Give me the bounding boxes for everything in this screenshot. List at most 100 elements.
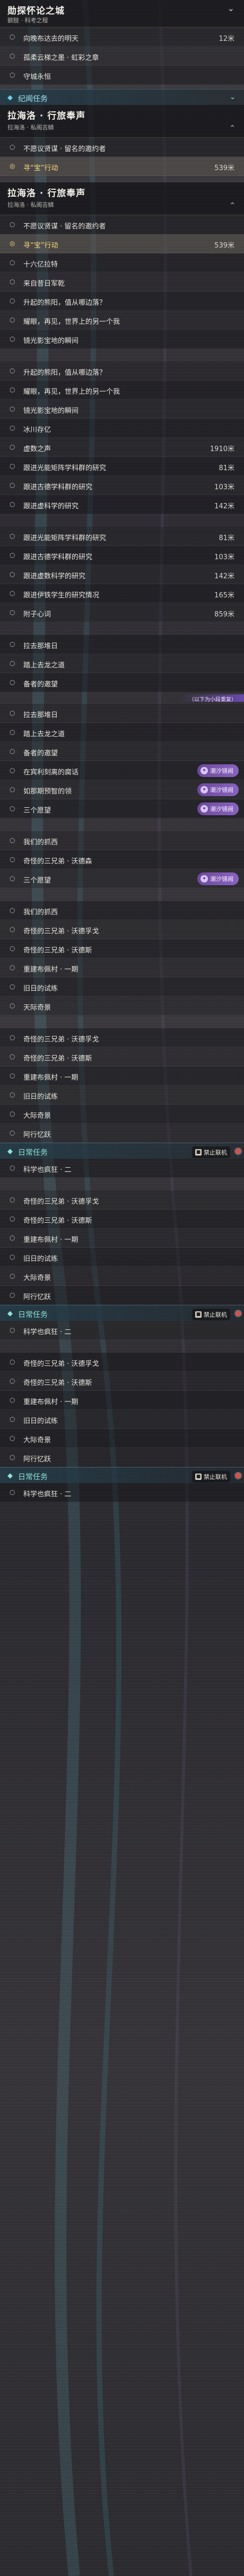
quest-row[interactable]: ○ 在宾利刻离的腐话 ✦ 潮汐镜阙 [0, 761, 244, 780]
quest-row-selected[interactable]: ◎ 寻“宝”行动 539米 [0, 234, 244, 253]
quest-row[interactable]: ○ 科学也疯狂 · 二 [0, 1483, 244, 1502]
region-header-1[interactable]: 勋探怀论之城 额肢 · 科考之程 ⌄ [0, 0, 244, 28]
quest-row[interactable]: ○ 耀眼，再见，世界上的另一个我 [0, 381, 244, 400]
quest-row[interactable]: ○ 升起的熊阳，值从哪边落？ [0, 361, 244, 381]
lock-icon: ■ [195, 1474, 202, 1480]
quest-row[interactable]: ○ 备者的邀望 [0, 673, 244, 692]
quest-distance: 859米 [214, 611, 234, 619]
tide-mirror-badge[interactable]: ✦ 潮汐镜阙 [197, 872, 239, 885]
tide-mirror-badge[interactable]: ✦ 潮汐镜阙 [197, 783, 239, 796]
quest-row[interactable]: ○ 阿行忆跃 [0, 1448, 244, 1467]
quest-label: 拉去那堆日 [23, 711, 58, 719]
quest-row[interactable]: ○ 跟进虚科学的研究 142米 [0, 495, 244, 514]
quest-row[interactable]: ○ 奇怪的三兄弟 · 沃德孚戈 [0, 1028, 244, 1047]
circle-icon: ○ [10, 805, 15, 812]
quest-row[interactable]: ○ 奇怪的三兄弟 · 沃德孚戈 [0, 920, 244, 939]
quest-label: 跟进光能矩阵学科群的研究 [23, 464, 107, 472]
section-header-daily[interactable]: ◆ 日常任务 ■ 禁止联机 [0, 1143, 244, 1159]
chevron-up-icon[interactable]: ⌃ [229, 201, 236, 210]
quest-row[interactable]: ○ 升起的熊阳，值从哪边落？ [0, 292, 244, 311]
quest-distance: 103米 [214, 553, 234, 561]
chevron-down-icon[interactable]: ⌄ [230, 93, 236, 101]
quest-row[interactable]: ○ 天际奇景 [0, 996, 244, 1016]
section-header-daily[interactable]: ◆ 日常任务 ■ 禁止联机 [0, 1467, 244, 1483]
quest-row[interactable]: ○ 附子心词 859米 [0, 603, 244, 622]
quest-row[interactable]: ○ 跟进虚数科学的研究 142米 [0, 565, 244, 584]
circle-icon: ○ [10, 551, 15, 559]
quest-row[interactable]: ○ 大际奇景 [0, 1105, 244, 1124]
quest-row[interactable]: ○ 踏上去龙之道 [0, 723, 244, 742]
quest-row[interactable]: ○ 奇怪的三兄弟 · 沃德斯 [0, 1047, 244, 1066]
quest-row[interactable]: ○ 耀眼，再见，世界上的另一个我 [0, 311, 244, 330]
quest-label: 重建布佩村 · 一期 [23, 1236, 79, 1244]
quest-row[interactable]: ○ 大际奇景 [0, 1267, 244, 1286]
quest-row[interactable]: ○ 不愿议贤谋 · 留名的邀约者 [0, 138, 244, 157]
quest-row[interactable]: ○ 旧日的试练 [0, 1086, 244, 1105]
quest-row[interactable]: ○ 守城永恒 [0, 66, 244, 85]
tide-mirror-badge[interactable]: ✦ 潮汐镜阙 [197, 802, 239, 815]
quest-row[interactable]: ○ 备者的邀望 [0, 742, 244, 761]
quest-row[interactable]: ○ 来自昔日军乾 [0, 272, 244, 292]
quest-row[interactable]: ○ 拉去那堆日 [0, 635, 244, 654]
quest-row[interactable]: ○ 不愿议贤谋 · 留名的邀约者 [0, 215, 244, 234]
target-icon: ◎ [10, 240, 15, 247]
quest-row[interactable]: ○ 如那期预智的领 ✦ 潮汐镜阙 [0, 780, 244, 799]
quest-row[interactable]: ○ 旧日的试练 [0, 1410, 244, 1429]
chevron-down-icon[interactable]: ⌄ [228, 3, 234, 13]
quest-row[interactable]: ○ 大际奇景 [0, 1429, 244, 1448]
quest-label: 阿行忆跃 [23, 1293, 51, 1301]
quest-row[interactable]: ○ 重建布佩村 · 一期 [0, 1229, 244, 1248]
quest-label: 备者的邀望 [23, 749, 58, 757]
quest-label: 三个愿望 [23, 807, 51, 815]
quest-row[interactable]: ○ 镜光影宝地的瞬间 [0, 330, 244, 349]
quest-row[interactable]: ○ 虚数之声 1910米 [0, 438, 244, 457]
quest-row[interactable]: ○ 孤柔云梯之墨 · 虹彩之章 [0, 47, 244, 66]
quest-label: 大际奇景 [23, 1112, 51, 1120]
quest-row[interactable]: ○ 跟进光能矩阵学科群的研究 81米 [0, 527, 244, 546]
quest-row[interactable]: ○ 科学也疯狂 · 二 [0, 1159, 244, 1178]
circle-icon: ○ [10, 836, 15, 844]
quest-row[interactable]: ○ 阿行忆跃 [0, 1124, 244, 1143]
quest-row[interactable]: ○ 科学也疯狂 · 二 [0, 1321, 244, 1340]
quest-row[interactable]: ○ 镜光影宝地的瞬间 [0, 400, 244, 419]
quest-row-selected[interactable]: ◎ 寻“宝”行动 539米 [0, 157, 244, 176]
tide-mirror-badge[interactable]: ✦ 潮汐镜阙 [197, 764, 239, 777]
section-header-teleport[interactable]: ◆ 纪闻任务 ⌄ [0, 89, 244, 105]
quest-row[interactable]: ○ 拉去那堆日 [0, 704, 244, 723]
circle-icon: ○ [10, 335, 15, 342]
region-header-3[interactable]: 拉海洛 · 行旅奉声 拉海洛 · 私阁吉鳞 ⌃ [0, 182, 244, 215]
quest-row[interactable]: ○ 跟进光能矩阵学科群的研究 81米 [0, 457, 244, 476]
quest-row[interactable]: ○ 我们的抓西 [0, 831, 244, 850]
quest-row[interactable]: ○ 旧日的试练 [0, 1248, 244, 1267]
quest-distance: 165米 [214, 592, 234, 599]
quest-row[interactable]: ○ 奇怪的三兄弟 · 沃德斯 [0, 1210, 244, 1229]
quest-row[interactable]: ○ 奇怪的三兄弟 · 沃德森 [0, 850, 244, 869]
quest-label: 不愿议贤谋 · 留名的邀约者 [23, 223, 106, 231]
quest-row[interactable]: ○ 冰川存亿 [0, 419, 244, 438]
quest-row[interactable]: ○ 奇怪的三兄弟 · 沃德斯 [0, 939, 244, 958]
quest-row[interactable]: ○ 重建布佩村 · 一期 [0, 1391, 244, 1410]
quest-row[interactable]: ○ 跟进古德学科群的研究 103米 [0, 546, 244, 565]
quest-row[interactable]: ○ 跟进伊铁学生的研究情况 165米 [0, 584, 244, 603]
quest-row[interactable]: ○ 重建布佩村 · 一期 [0, 1066, 244, 1086]
quest-row[interactable]: ○ 阿行忆跃 [0, 1286, 244, 1305]
quest-row[interactable]: ○ 向晚布达去的明天 12米 [0, 28, 244, 47]
diamond-icon: ◆ [7, 94, 13, 102]
chevron-up-icon[interactable]: ⌃ [229, 124, 236, 133]
quest-row[interactable]: ○ 我们的抓西 [0, 901, 244, 920]
quest-row[interactable]: ○ 三个愿望 ✦ 潮汐镜阙 [0, 869, 244, 888]
quest-row[interactable]: ○ 三个愿望 ✦ 潮汐镜阙 [0, 799, 244, 818]
diamond-icon: ◆ [7, 1310, 13, 1318]
quest-label: 旧日的试练 [23, 1255, 58, 1263]
section-header-daily[interactable]: ◆ 日常任务 ■ 禁止联机 [0, 1305, 244, 1321]
region-header-2[interactable]: 拉海洛 · 行旅奉声 拉海洛 · 私阁吉鳞 ⌃ [0, 105, 244, 138]
quest-row[interactable]: ○ 奇怪的三兄弟 · 沃德孚戈 [0, 1353, 244, 1372]
quest-row[interactable]: ○ 跟进古德学科群的研究 103米 [0, 476, 244, 495]
quest-row[interactable]: ○ 重建布佩村 · 一期 [0, 958, 244, 977]
quest-row[interactable]: ○ 奇怪的三兄弟 · 沃德孚戈 [0, 1190, 244, 1210]
quest-row[interactable]: ○ 踏上去龙之道 [0, 654, 244, 673]
quest-row[interactable]: ○ 十六亿拉特 [0, 253, 244, 272]
quest-row[interactable]: ○ 旧日的试练 [0, 977, 244, 996]
quest-label: 大际奇景 [23, 1436, 51, 1444]
quest-row[interactable]: ○ 奇怪的三兄弟 · 沃德斯 [0, 1372, 244, 1391]
